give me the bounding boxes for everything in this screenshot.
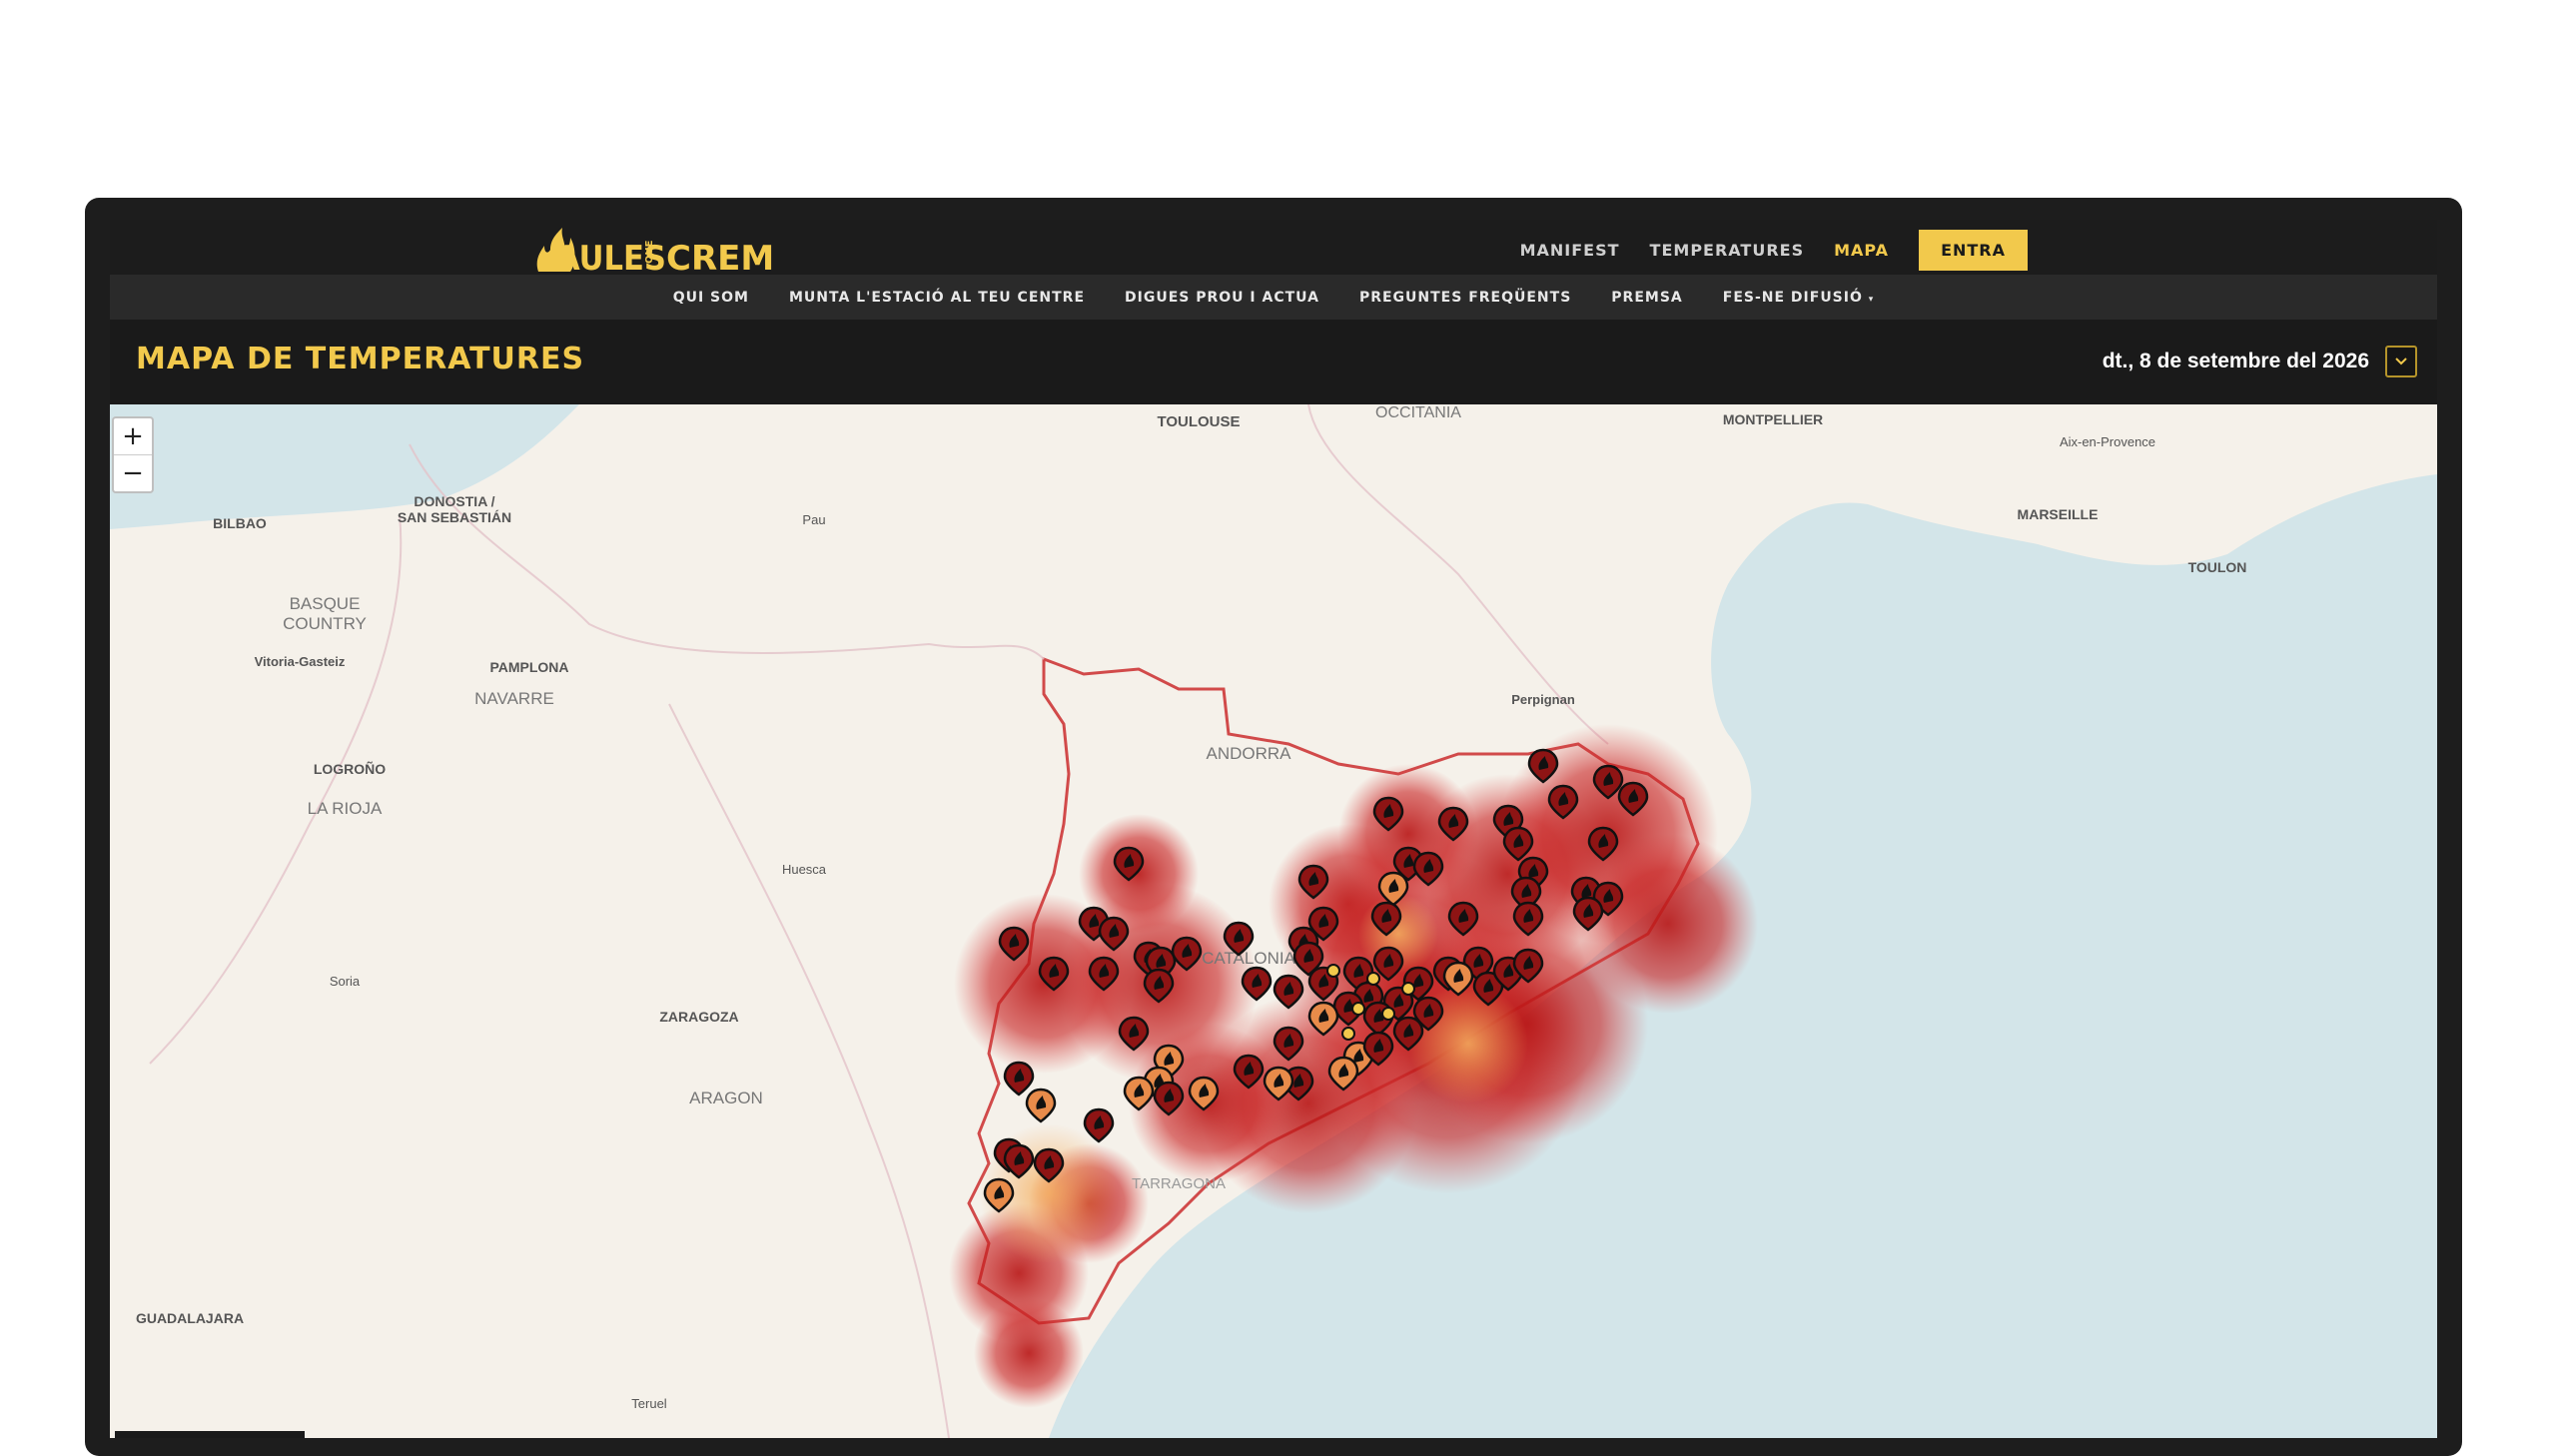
main-nav: MANIFEST TEMPERATURES MAPA ENTRA — [1520, 230, 2028, 271]
subnav-munta-estacio[interactable]: MUNTA L'ESTACIÓ AL TEU CENTRE — [789, 290, 1085, 306]
map-canvas[interactable]: TOULOUSE OCCITANIA MONTPELLIER Aix-en-Pr… — [110, 403, 2437, 1438]
map-label: Aix-en-Provence — [2060, 434, 2155, 449]
logo-text-small: QUE — [644, 240, 655, 264]
date-label: dt., 8 de setembre del 2026 — [2102, 350, 2369, 372]
date-dropdown-button[interactable] — [2385, 346, 2417, 377]
map-label: SAN SEBASTIÁN — [398, 509, 511, 525]
zoom-out-button[interactable]: − — [114, 455, 152, 491]
map-label: Perpignan — [1511, 692, 1575, 707]
map-header: MAPA DE TEMPERATURES dt., 8 de setembre … — [110, 320, 2437, 404]
map-label: ZARAGOZA — [659, 1009, 738, 1025]
map-label: MARSEILLE — [2018, 506, 2099, 522]
logo-text-right: CREMEN — [666, 239, 774, 276]
subnav-premsa[interactable]: PREMSA — [1611, 290, 1682, 306]
map-legend-box — [115, 1431, 305, 1438]
map-label: Pau — [802, 512, 825, 527]
browser-screen: AULES QUE CREMEN MANIFEST TEMPERATURES M… — [110, 220, 2437, 1438]
nav-temperatures[interactable]: TEMPERATURES — [1650, 241, 1805, 260]
map-label: ARAGON — [689, 1089, 763, 1107]
map-label: TOULOUSE — [1157, 413, 1240, 430]
subnav-digues-prou[interactable]: DIGUES PROU I ACTUA — [1125, 290, 1319, 306]
nav-manifest[interactable]: MANIFEST — [1520, 241, 1620, 260]
page-title: MAPA DE TEMPERATURES — [136, 342, 585, 376]
map-label: COUNTRY — [283, 614, 367, 633]
map-label: GUADALAJARA — [136, 1310, 244, 1326]
map-label: Teruel — [631, 1396, 667, 1411]
zoom-controls: + − — [112, 416, 154, 493]
subnav-fes-ne-difusio-label: FES-NE DIFUSIÓ — [1722, 289, 1863, 306]
map-label: Vitoria-Gasteiz — [255, 654, 346, 669]
top-navbar: AULES QUE CREMEN MANIFEST TEMPERATURES M… — [110, 220, 2437, 276]
map-label: PAMPLONA — [489, 659, 568, 675]
subnav-preguntes[interactable]: PREGUNTES FREQÜENTS — [1359, 290, 1571, 306]
map-label: BILBAO — [213, 515, 267, 531]
temperature-map[interactable]: TOULOUSE OCCITANIA MONTPELLIER Aix-en-Pr… — [110, 403, 2437, 1438]
map-label: Soria — [330, 974, 361, 989]
map-label: ANDORRA — [1206, 744, 1291, 763]
map-label: BASQUE — [290, 594, 361, 613]
map-label: LA RIOJA — [308, 799, 383, 818]
caret-down-icon: ▾ — [1868, 294, 1875, 305]
nav-mapa[interactable]: MAPA — [1834, 241, 1889, 260]
zoom-in-button[interactable]: + — [114, 418, 152, 455]
secondary-nav: QUI SOM MUNTA L'ESTACIÓ AL TEU CENTRE DI… — [110, 275, 2437, 320]
map-label: CATALONIA — [1202, 949, 1295, 968]
subnav-qui-som[interactable]: QUI SOM — [673, 290, 749, 306]
subnav-fes-ne-difusio[interactable]: FES-NE DIFUSIÓ ▾ — [1723, 290, 1875, 306]
site-logo[interactable]: AULES QUE CREMEN — [534, 224, 774, 276]
map-label: LOGROÑO — [314, 760, 386, 777]
entra-button[interactable]: ENTRA — [1919, 230, 2028, 271]
map-label: OCCITANIA — [1375, 404, 1461, 421]
map-label: Huesca — [782, 862, 827, 877]
map-label: TOULON — [2188, 559, 2247, 575]
map-label: DONOSTIA / — [414, 493, 494, 509]
map-label: NAVARRE — [474, 689, 554, 708]
map-label: MONTPELLIER — [1723, 411, 1823, 427]
map-label: TARRAGONA — [1132, 1175, 1226, 1192]
chevron-down-icon — [2395, 358, 2407, 365]
